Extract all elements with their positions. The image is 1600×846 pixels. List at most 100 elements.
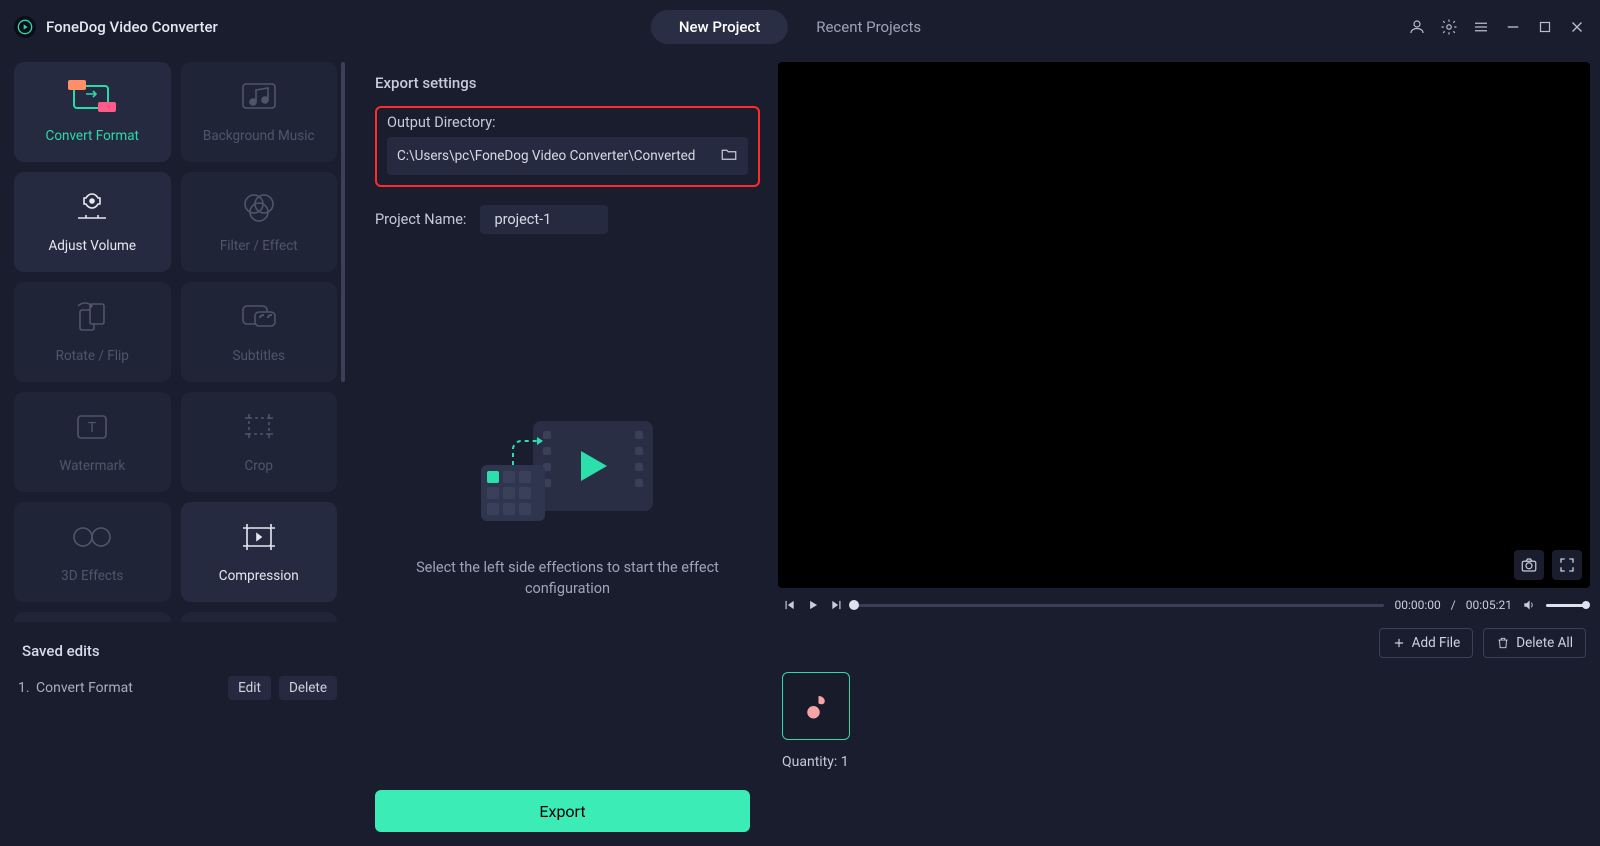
tool-label: 3D Effects <box>61 568 123 584</box>
export-button[interactable]: Export <box>375 790 750 832</box>
project-name-row: Project Name: project-1 <box>375 205 760 234</box>
tab-new-project[interactable]: New Project <box>651 10 788 44</box>
export-heading: Export settings <box>375 74 760 92</box>
volume-slider[interactable] <box>1546 604 1586 607</box>
fullscreen-icon[interactable] <box>1552 550 1582 580</box>
tool-crop[interactable]: Crop <box>181 392 338 492</box>
prev-icon[interactable] <box>782 598 796 612</box>
folder-browse-icon[interactable] <box>720 145 738 167</box>
subtitle-icon <box>239 300 279 334</box>
tool-label: Filter / Effect <box>220 238 298 254</box>
sidebar: Convert Format Background Music Adjust V… <box>0 54 355 846</box>
volume-icon <box>72 190 112 224</box>
tabs: New Project Recent Projects <box>651 10 949 44</box>
playbar: 00:00:00 / 00:05:21 <box>778 592 1590 614</box>
tool-filter-effect[interactable]: Filter / Effect <box>181 172 338 272</box>
tool-3d-effects[interactable]: 3D Effects <box>14 502 171 602</box>
tool-convert-format[interactable]: Convert Format <box>14 62 171 162</box>
delete-all-label: Delete All <box>1516 635 1573 651</box>
saved-title: Saved edits <box>18 642 337 660</box>
tool-label: Convert Format <box>46 128 139 144</box>
tool-label: Watermark <box>59 458 125 474</box>
next-icon[interactable] <box>830 598 844 612</box>
audio-file-icon <box>801 691 831 721</box>
tool-more-1[interactable] <box>14 612 171 622</box>
project-name-label: Project Name: <box>375 211 466 228</box>
add-file-button[interactable]: Add File <box>1379 628 1474 658</box>
delete-all-button[interactable]: Delete All <box>1483 628 1586 658</box>
project-name-field[interactable]: project-1 <box>480 205 608 234</box>
tool-label: Crop <box>244 458 273 474</box>
watermark-icon: T <box>72 410 112 444</box>
effect-placeholder: Select the left side effections to start… <box>375 234 760 836</box>
effect-placeholder-icon <box>473 411 663 531</box>
tool-more-2[interactable] <box>181 612 338 622</box>
tool-label: Subtitles <box>232 348 285 364</box>
tool-label: Rotate / Flip <box>56 348 129 364</box>
compression-icon <box>239 520 279 554</box>
tool-scrollbar[interactable] <box>341 62 345 382</box>
titlebar: FoneDog Video Converter New Project Rece… <box>0 0 1600 54</box>
tab-recent-projects[interactable]: Recent Projects <box>788 10 949 44</box>
app-title: FoneDog Video Converter <box>46 18 218 36</box>
account-icon[interactable] <box>1408 18 1426 36</box>
crop-icon <box>239 410 279 444</box>
menu-icon[interactable] <box>1472 18 1490 36</box>
time-sep: / <box>1451 598 1456 612</box>
preview-panel: 00:00:00 / 00:05:21 Add File Delete All … <box>770 54 1600 846</box>
volume-handle[interactable] <box>1582 601 1590 609</box>
output-directory-highlight: Output Directory: C:\Users\pc\FoneDog Vi… <box>375 106 760 187</box>
rotate-icon <box>72 300 112 334</box>
quantity: Quantity: 1 <box>778 750 1590 774</box>
video-preview[interactable] <box>778 62 1590 588</box>
music-icon <box>239 80 279 114</box>
volume-icon[interactable] <box>1522 598 1536 612</box>
output-directory-field[interactable]: C:\Users\pc\FoneDog Video Converter\Conv… <box>387 137 748 175</box>
file-actions: Add File Delete All <box>778 618 1590 662</box>
time-current: 00:00:00 <box>1394 598 1440 612</box>
seek-handle[interactable] <box>849 600 859 610</box>
tool-label: Background Music <box>203 128 315 144</box>
tool-label: Compression <box>219 568 299 584</box>
tool-watermark[interactable]: T Watermark <box>14 392 171 492</box>
main: Convert Format Background Music Adjust V… <box>0 54 1600 846</box>
close-icon[interactable] <box>1568 18 1586 36</box>
output-directory-value: C:\Users\pc\FoneDog Video Converter\Conv… <box>397 148 695 164</box>
quantity-label: Quantity: <box>782 754 841 770</box>
output-directory-label: Output Directory: <box>387 114 748 131</box>
saved-edit-button[interactable]: Edit <box>228 676 271 700</box>
saved-row: 1. Convert Format Edit Delete <box>18 674 337 702</box>
export-panel: Export settings Output Directory: C:\Use… <box>355 54 770 846</box>
filter-icon <box>240 190 278 224</box>
play-icon[interactable] <box>806 598 820 612</box>
saved-name: Convert Format <box>36 680 228 696</box>
convert-format-icon <box>68 80 116 114</box>
seek-bar[interactable] <box>854 604 1384 607</box>
tool-background-music[interactable]: Background Music <box>181 62 338 162</box>
quantity-value: 1 <box>841 754 849 770</box>
saved-delete-button[interactable]: Delete <box>279 676 337 700</box>
folder-icon <box>239 620 279 622</box>
3d-icon <box>69 520 115 554</box>
edit-icon <box>72 620 112 622</box>
maximize-icon[interactable] <box>1536 18 1554 36</box>
window-controls <box>1408 18 1586 36</box>
snapshot-icon[interactable] <box>1514 550 1544 580</box>
tool-rotate-flip[interactable]: Rotate / Flip <box>14 282 171 382</box>
svg-text:T: T <box>88 420 97 436</box>
preview-controls <box>1514 550 1582 580</box>
file-thumb[interactable] <box>782 672 850 740</box>
minimize-icon[interactable] <box>1504 18 1522 36</box>
tool-grid: Convert Format Background Music Adjust V… <box>14 62 341 622</box>
tool-grid-wrap: Convert Format Background Music Adjust V… <box>14 62 341 622</box>
gear-icon[interactable] <box>1440 18 1458 36</box>
time-duration: 00:05:21 <box>1466 598 1512 612</box>
saved-actions: Edit Delete <box>228 676 337 700</box>
effect-placeholder-text: Select the left side effections to start… <box>375 557 760 599</box>
tool-subtitles[interactable]: Subtitles <box>181 282 338 382</box>
tool-compression[interactable]: Compression <box>181 502 338 602</box>
saved-edits: Saved edits 1. Convert Format Edit Delet… <box>14 636 341 832</box>
tool-label: Adjust Volume <box>48 238 136 254</box>
tool-adjust-volume[interactable]: Adjust Volume <box>14 172 171 272</box>
saved-num: 1. <box>18 680 36 696</box>
